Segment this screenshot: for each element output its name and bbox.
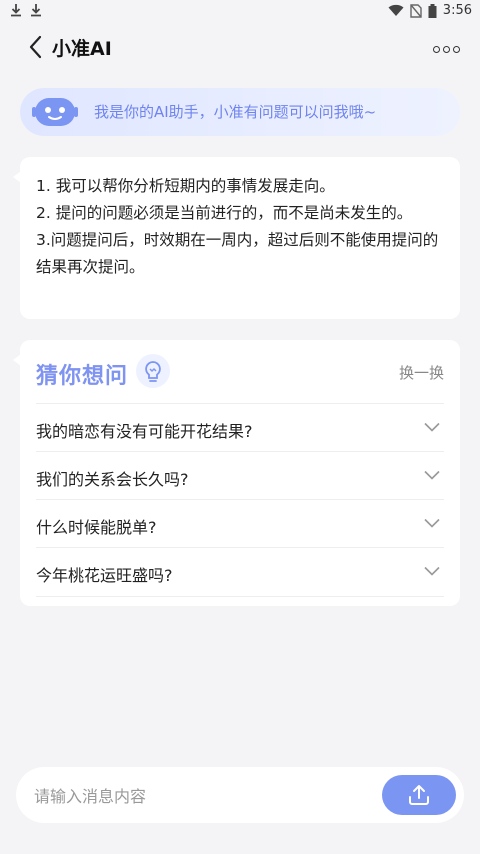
chevron-down-icon	[424, 518, 440, 528]
title-bar: 小准AI	[0, 28, 480, 68]
no-sim-icon	[410, 3, 422, 18]
question-item[interactable]: 今年桃花运旺盛吗?	[36, 547, 444, 597]
battery-icon	[428, 3, 437, 18]
status-left	[10, 3, 42, 17]
question-text: 今年桃花运旺盛吗?	[36, 566, 173, 585]
robot-icon	[32, 98, 78, 126]
question-item[interactable]: 我的暗恋有没有可能开花结果?	[36, 403, 444, 452]
question-text: 我的暗恋有没有可能开花结果?	[36, 422, 253, 441]
chevron-down-icon	[424, 566, 440, 576]
chevron-left-icon[interactable]	[26, 34, 46, 60]
upload-icon	[409, 785, 429, 805]
intro-message: 1. 我可以帮你分析短期内的事情发展走向。 2. 提问的问题必须是当前进行的，而…	[13, 157, 460, 319]
refresh-button[interactable]: 换一换	[399, 362, 444, 383]
page-title: 小准AI	[52, 38, 112, 60]
more-dots-icon[interactable]	[433, 46, 460, 53]
send-button[interactable]	[382, 775, 456, 815]
banner-text: 我是你的AI助手，小准有问题可以问我哦~	[94, 103, 377, 121]
download-icon	[31, 4, 41, 17]
wifi-icon	[388, 4, 404, 16]
intro-line: 1. 我可以帮你分析短期内的事情发展走向。	[36, 177, 335, 195]
lightbulb-icon	[136, 354, 170, 388]
download-icon	[11, 4, 21, 17]
status-time: 3:56	[442, 3, 472, 18]
status-bar: 3:56	[0, 0, 480, 24]
chevron-down-icon	[424, 422, 440, 432]
suggested-title: 猜你想问	[36, 364, 129, 389]
question-item[interactable]: 什么时候能脱单?	[36, 499, 444, 548]
suggested-questions-card: 猜你想问 换一换 我的暗恋有没有可能开花结果? 我们的关系会长久吗? 什么时候能…	[13, 340, 460, 606]
question-text: 我们的关系会长久吗?	[36, 470, 189, 489]
assistant-banner: 我是你的AI助手，小准有问题可以问我哦~	[20, 88, 460, 136]
question-text: 什么时候能脱单?	[36, 518, 157, 537]
intro-line: 3.问题提问后，时效期在一周内，超过后则不能使用提问的结果再次提问。	[36, 231, 439, 276]
message-input[interactable]	[32, 781, 366, 811]
message-composer	[16, 767, 464, 823]
question-item[interactable]: 我们的关系会长久吗?	[36, 451, 444, 500]
chevron-down-icon	[424, 470, 440, 480]
status-right: 3:56	[388, 3, 472, 18]
intro-line: 2. 提问的问题必须是当前进行的，而不是尚未发生的。	[36, 204, 413, 222]
